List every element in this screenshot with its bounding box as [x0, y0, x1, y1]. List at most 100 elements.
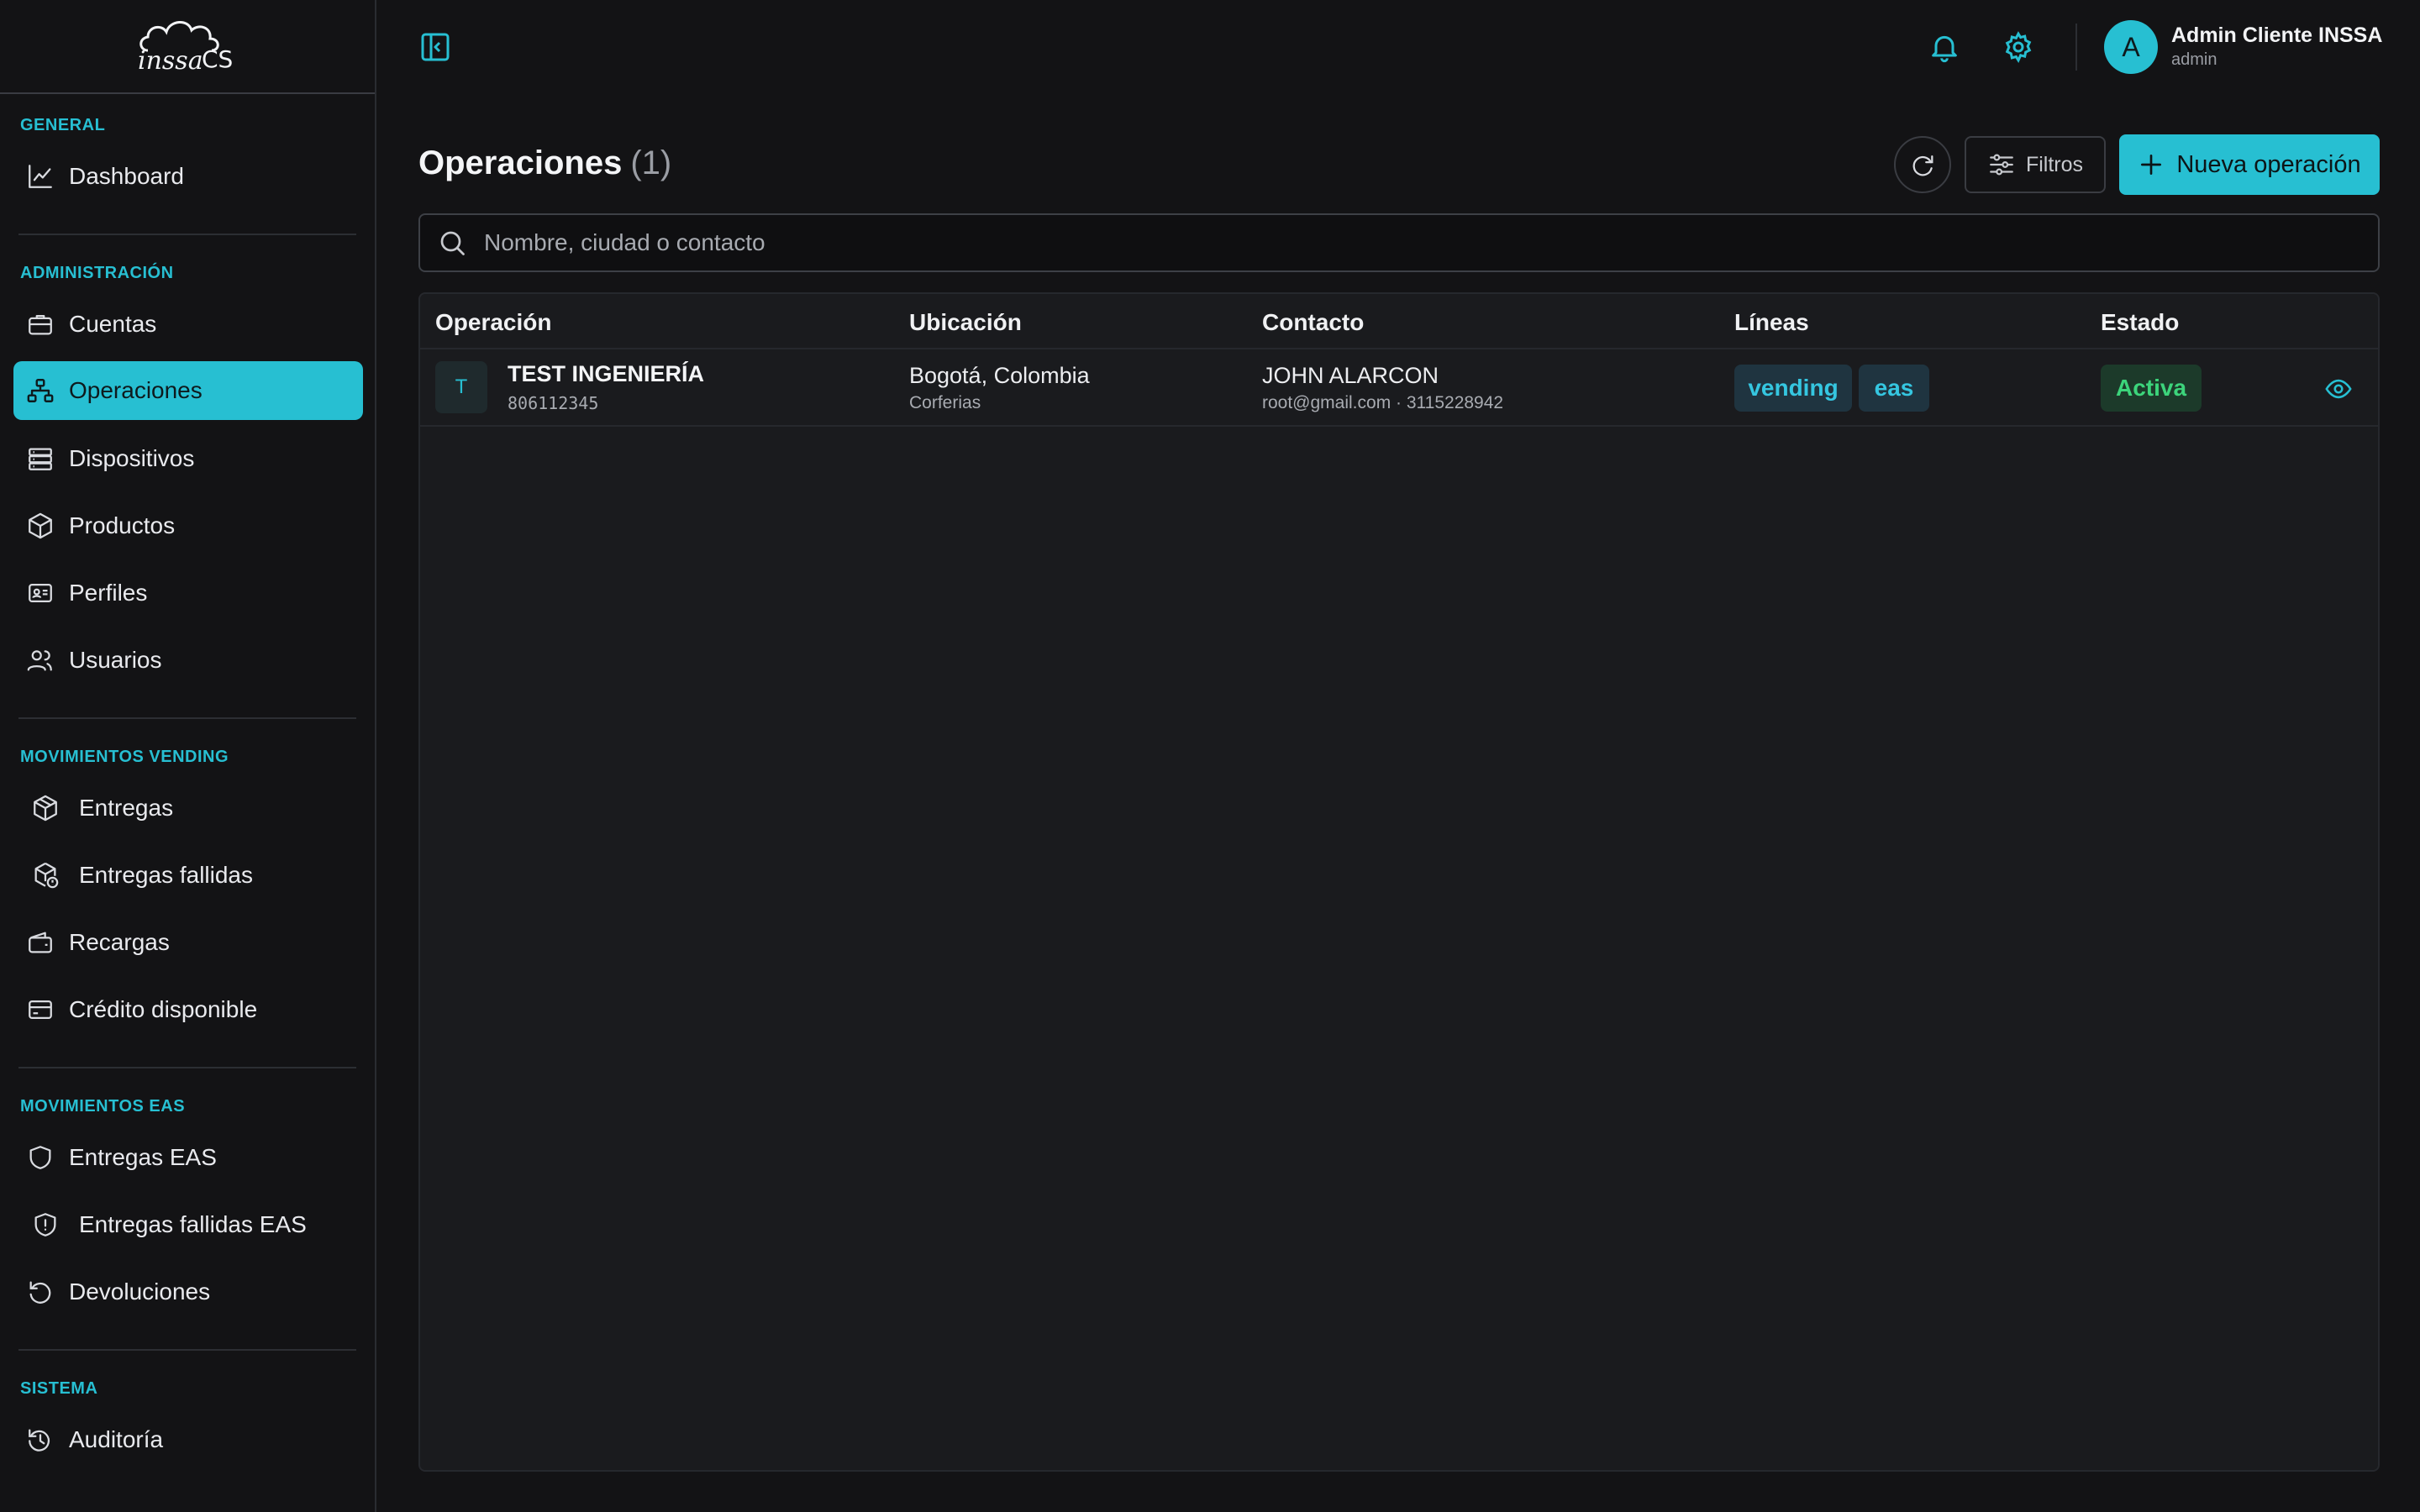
sidebar-item-label: Entregas fallidas	[79, 862, 254, 888]
svg-text:inssa: inssa	[138, 46, 203, 76]
column-header-operacion[interactable]: Operación	[435, 309, 551, 336]
sidebar-item-devoluciones[interactable]: Devoluciones	[13, 1263, 363, 1321]
page-title: Operaciones (1)	[418, 144, 671, 182]
new-operation-label: Nueva operación	[2176, 150, 2361, 178]
filters-button[interactable]: Filtros	[1965, 136, 2106, 193]
line-tag-vending: vending	[1734, 365, 1852, 412]
sidebar-item-entregas-fallidas[interactable]: Entregas fallidas	[13, 846, 363, 905]
column-header-lineas[interactable]: Líneas	[1734, 309, 1809, 336]
avatar[interactable]: A	[2104, 20, 2158, 74]
sidebar-item-label: Devoluciones	[69, 1278, 211, 1305]
shield-alert-icon	[30, 1210, 60, 1240]
section-general: GENERAL	[20, 116, 106, 134]
refresh-button[interactable]	[1894, 136, 1951, 193]
result-count: (1)	[630, 144, 672, 181]
sidebar-item-label: Usuarios	[69, 647, 162, 673]
header-divider	[2075, 24, 2077, 71]
sidebar-item-entregas[interactable]: Entregas	[13, 779, 363, 837]
credit-card-icon	[25, 995, 55, 1025]
box-icon	[25, 511, 55, 541]
column-header-contacto[interactable]: Contacto	[1262, 309, 1364, 336]
sidebar-item-label: Cuentas	[69, 311, 157, 337]
sidebar-item-dashboard[interactable]: Dashboard	[13, 147, 363, 206]
sidebar-item-auditoria[interactable]: Auditoría	[13, 1410, 363, 1469]
wallet-icon	[25, 927, 55, 958]
sidebar-item-dispositivos[interactable]: Dispositivos	[13, 429, 363, 488]
sidebar-item-label: Productos	[69, 512, 176, 538]
view-eye-icon[interactable]	[2324, 375, 2353, 403]
id-card-icon	[25, 578, 55, 608]
sidebar-item-entregas-eas[interactable]: Entregas EAS	[13, 1128, 363, 1187]
line-tag-eas: eas	[1859, 365, 1929, 412]
column-header-ubicacion[interactable]: Ubicación	[909, 309, 1022, 336]
briefcase-icon	[25, 309, 55, 339]
sidebar-item-usuarios[interactable]: Usuarios	[13, 631, 363, 690]
sidebar-item-label: Entregas fallidas EAS	[79, 1211, 307, 1237]
section-movimientos-eas: MOVIMIENTOS EAS	[20, 1097, 186, 1116]
sidebar-item-label: Recargas	[69, 929, 170, 955]
search-icon	[440, 231, 465, 255]
chart-line-icon	[25, 161, 55, 192]
users-icon	[25, 645, 55, 675]
sidebar-item-label: Auditoría	[69, 1426, 164, 1452]
sidebar-item-operaciones[interactable]: Operaciones	[13, 361, 363, 420]
sidebar-item-label: Operaciones	[69, 377, 203, 403]
operation-name: TEST INGENIERÍA	[508, 361, 705, 386]
sidebar-item-label: Dashboard	[69, 163, 184, 189]
search-bar	[418, 213, 2380, 272]
user-name[interactable]: Admin Cliente INSSA	[2171, 24, 2382, 48]
operation-avatar: T	[435, 361, 487, 413]
cloud-logo-icon: inssa CS	[138, 21, 233, 76]
contact-detail: root@gmail.com · 3115228942	[1262, 393, 1504, 412]
new-operation-button[interactable]: Nueva operación	[2119, 134, 2380, 195]
brand-logo[interactable]: inssa CS	[0, 0, 375, 94]
network-icon	[25, 375, 55, 406]
table-header: Operación Ubicación Contacto Líneas Esta…	[420, 294, 2378, 349]
sidebar-item-productos[interactable]: Productos	[13, 496, 363, 555]
sidebar-item-recargas[interactable]: Recargas	[13, 913, 363, 972]
sidebar-item-label: Dispositivos	[69, 445, 195, 471]
sidebar-toggle-icon[interactable]	[418, 30, 452, 64]
svg-text:CS: CS	[202, 45, 233, 73]
sidebar-item-entregas-fallidas-eas[interactable]: Entregas fallidas EAS	[13, 1195, 363, 1254]
sidebar-item-perfiles[interactable]: Perfiles	[13, 564, 363, 622]
refresh-icon	[1912, 155, 1933, 176]
sliders-icon	[1990, 154, 2013, 176]
history-icon	[25, 1425, 55, 1455]
sidebar-item-label: Entregas	[79, 795, 174, 821]
shield-icon	[25, 1142, 55, 1173]
filters-label: Filtros	[2025, 152, 2084, 176]
divider	[18, 1349, 356, 1351]
location-venue: Corferias	[909, 393, 981, 412]
page-title-text: Operaciones	[418, 144, 623, 181]
contact-name: JOHN ALARCON	[1262, 363, 1439, 388]
operations-table: Operación Ubicación Contacto Líneas Esta…	[418, 292, 2380, 1472]
status-badge: Activa	[2101, 365, 2202, 412]
gear-icon[interactable]	[2002, 30, 2035, 64]
search-input[interactable]	[484, 229, 2333, 256]
sidebar: inssa CS GENERAL Dashboard ADMINISTRACIÓ…	[0, 0, 376, 1512]
user-role: admin	[2171, 50, 2217, 69]
section-administracion: ADMINISTRACIÓN	[20, 264, 174, 282]
sidebar-item-label: Perfiles	[69, 580, 148, 606]
column-header-estado[interactable]: Estado	[2101, 309, 2179, 336]
rotate-ccw-icon	[25, 1277, 55, 1307]
sidebar-item-label: Entregas EAS	[69, 1144, 217, 1170]
sidebar-item-credito-disponible[interactable]: Crédito disponible	[13, 980, 363, 1039]
table-row[interactable]: T TEST INGENIERÍA 806112345 Bogotá, Colo…	[420, 349, 2378, 427]
location-city: Bogotá, Colombia	[909, 363, 1090, 388]
top-bar: A Admin Cliente INSSA admin	[378, 0, 2420, 94]
divider	[18, 717, 356, 719]
package-alert-icon	[30, 860, 60, 890]
sidebar-item-cuentas[interactable]: Cuentas	[13, 295, 363, 354]
operation-code: 806112345	[508, 393, 599, 413]
divider	[18, 234, 356, 235]
sidebar-item-label: Crédito disponible	[69, 996, 258, 1022]
section-sistema: SISTEMA	[20, 1379, 98, 1398]
plus-icon	[2141, 155, 2162, 175]
package-icon	[30, 793, 60, 823]
bell-icon[interactable]	[1928, 30, 1961, 64]
server-icon	[25, 444, 55, 474]
section-movimientos-vending: MOVIMIENTOS VENDING	[20, 748, 229, 766]
divider	[18, 1067, 356, 1068]
